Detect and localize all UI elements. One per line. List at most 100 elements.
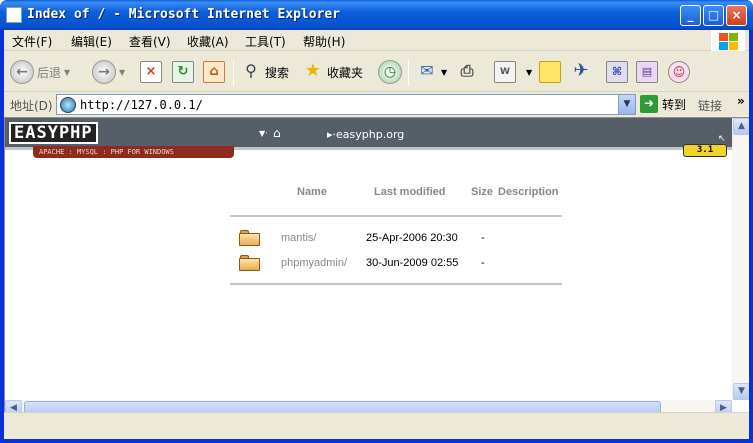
windows-logo-icon xyxy=(711,30,745,51)
messenger-icon: ✈ xyxy=(573,60,589,81)
file-link-phpmyadmin[interactable]: phpmyadmin/ xyxy=(281,257,347,269)
easyphp-tagline: APACHE : MYSQL : PHP FOR WINDOWS xyxy=(33,146,234,158)
back-dropdown-icon: ▼ xyxy=(64,67,71,77)
column-header-name[interactable]: Name xyxy=(297,186,327,198)
address-dropdown-icon[interactable]: ▼ xyxy=(618,95,635,114)
header-divider xyxy=(230,215,562,217)
discuss-button[interactable] xyxy=(539,58,561,86)
menu-help[interactable]: 帮助(H) xyxy=(303,33,345,50)
window-client: 文件(F) 编辑(E) 查看(V) 收藏(A) 工具(T) 帮助(H) ← 后退… xyxy=(4,30,749,439)
column-header-size[interactable]: Size xyxy=(471,186,493,198)
standard-toolbar: ← 后退 ▼ → ▼ × ↻ ⌂ ⚲ 搜索 ★ 收藏夹 ◷ ✉ ▼ ⎙ W ▼ … xyxy=(4,52,749,92)
links-chevron-icon[interactable]: » xyxy=(737,94,745,108)
search-icon: ⚲ xyxy=(245,61,257,80)
file-date: 30-Jun-2009 02:55 xyxy=(366,257,459,269)
home-icon: ⌂ xyxy=(203,61,225,83)
menu-bar: 文件(F) 编辑(E) 查看(V) 收藏(A) 工具(T) 帮助(H) xyxy=(4,30,749,51)
star-icon: ★ xyxy=(304,60,322,81)
user-icon: ☺ xyxy=(668,61,690,83)
address-label: 地址(D) xyxy=(10,99,53,113)
folder-icon xyxy=(239,255,260,271)
forward-arrow-icon: → xyxy=(92,60,116,84)
ie-globe-icon xyxy=(60,97,76,113)
toolbar-separator xyxy=(408,60,409,86)
column-header-last-modified[interactable]: Last modified xyxy=(374,186,446,198)
nav-dropdown-icon[interactable]: ▼· xyxy=(259,129,268,138)
menu-favorites[interactable]: 收藏(A) xyxy=(187,33,229,50)
browser-window: Index of / - Microsoft Internet Explorer… xyxy=(0,0,753,443)
home-button[interactable]: ⌂ xyxy=(203,58,225,86)
printer-icon: ⎙ xyxy=(460,61,474,80)
scroll-up-icon[interactable]: ▲ xyxy=(733,118,749,135)
easyphp-site-link-text: easyphp.org xyxy=(336,128,405,141)
address-url: http://127.0.0.1/ xyxy=(80,98,203,112)
horizontal-scrollbar[interactable]: ◀ ▶ xyxy=(5,400,732,412)
history-button[interactable]: ◷ xyxy=(378,58,402,86)
scroll-down-icon[interactable]: ▼ xyxy=(733,383,749,400)
footer-divider xyxy=(230,283,562,285)
menu-tools[interactable]: 工具(T) xyxy=(245,33,286,50)
edit-dropdown-icon: ▼ xyxy=(526,67,533,77)
file-date: 25-Apr-2006 20:30 xyxy=(366,232,458,244)
mail-dropdown-icon: ▼ xyxy=(441,67,448,77)
toolbar-separator xyxy=(233,60,234,86)
favorites-button[interactable]: ★ 收藏夹 xyxy=(302,58,363,86)
ie-page-icon xyxy=(6,7,22,23)
media-button[interactable]: ▤ xyxy=(636,58,658,86)
word-edit-icon: W xyxy=(494,61,516,83)
forward-dropdown-icon: ▼ xyxy=(119,67,126,77)
menu-edit[interactable]: 编辑(E) xyxy=(71,33,112,50)
menu-file[interactable]: 文件(F) xyxy=(12,33,52,50)
research-button[interactable]: ⌘ xyxy=(606,58,628,86)
mail-button[interactable]: ✉ ▼ xyxy=(416,58,447,86)
forward-button[interactable]: → ▼ xyxy=(92,58,125,86)
stop-button[interactable]: × xyxy=(140,58,162,86)
easyphp-logo: EASYPHP xyxy=(9,122,98,144)
favorites-label: 收藏夹 xyxy=(327,65,364,80)
menu-view[interactable]: 查看(V) xyxy=(129,33,171,50)
title-bar[interactable]: Index of / - Microsoft Internet Explorer… xyxy=(0,0,753,30)
mail-icon: ✉ xyxy=(420,61,434,80)
address-bar: 地址(D) http://127.0.0.1/ ▼ ➜ 转到 链接 » xyxy=(4,93,749,116)
maximize-button[interactable]: □ xyxy=(703,5,724,26)
back-arrow-icon: ← xyxy=(10,60,34,84)
note-icon xyxy=(539,61,561,83)
column-header-description[interactable]: Description xyxy=(498,186,559,198)
scroll-right-icon[interactable]: ▶ xyxy=(715,400,732,412)
go-arrow-icon: ➜ xyxy=(640,95,658,113)
edit-button[interactable]: W ▼ xyxy=(494,58,532,86)
folder-icon xyxy=(239,230,260,246)
user-button[interactable]: ☺ xyxy=(668,58,690,86)
scroll-left-icon[interactable]: ◀ xyxy=(5,400,22,412)
page-content: EASYPHP ▼· ⌂ ▸·easyphp.org ↖ APACHE : MY… xyxy=(4,117,749,412)
window-title: Index of / - Microsoft Internet Explorer xyxy=(27,7,341,22)
refresh-button[interactable]: ↻ xyxy=(172,58,194,86)
close-button[interactable]: × xyxy=(726,5,747,26)
back-label: 后退 xyxy=(37,65,62,80)
media-icon: ▤ xyxy=(636,61,658,83)
address-input[interactable]: http://127.0.0.1/ ▼ xyxy=(56,94,636,115)
research-icon: ⌘ xyxy=(606,61,628,83)
print-button[interactable]: ⎙ xyxy=(456,58,478,86)
file-size: - xyxy=(481,257,485,269)
vertical-scrollbar[interactable]: ▲ ▼ xyxy=(732,118,749,400)
go-label: 转到 xyxy=(662,97,687,112)
home-nav-icon[interactable]: ⌂ xyxy=(273,126,281,140)
minimize-button[interactable]: _ xyxy=(680,5,701,26)
history-icon: ◷ xyxy=(378,60,402,84)
file-size: - xyxy=(481,232,485,244)
corner-arrow-icon: ↖ xyxy=(718,134,726,144)
links-button[interactable]: 链接 xyxy=(698,97,722,114)
search-button[interactable]: ⚲ 搜索 xyxy=(240,58,289,86)
stop-icon: × xyxy=(140,61,162,83)
back-button[interactable]: ← 后退 ▼ xyxy=(10,58,70,86)
file-link-mantis[interactable]: mantis/ xyxy=(281,232,316,244)
status-bar xyxy=(4,412,749,439)
refresh-icon: ↻ xyxy=(172,61,194,83)
horizontal-scroll-thumb[interactable] xyxy=(24,401,661,412)
easyphp-site-link[interactable]: ▸·easyphp.org xyxy=(327,128,404,141)
search-label: 搜索 xyxy=(265,65,290,80)
messenger-button[interactable]: ✈ xyxy=(570,58,592,86)
go-button[interactable]: ➜ 转到 xyxy=(640,95,686,113)
version-badge: 3.1 xyxy=(683,144,727,157)
